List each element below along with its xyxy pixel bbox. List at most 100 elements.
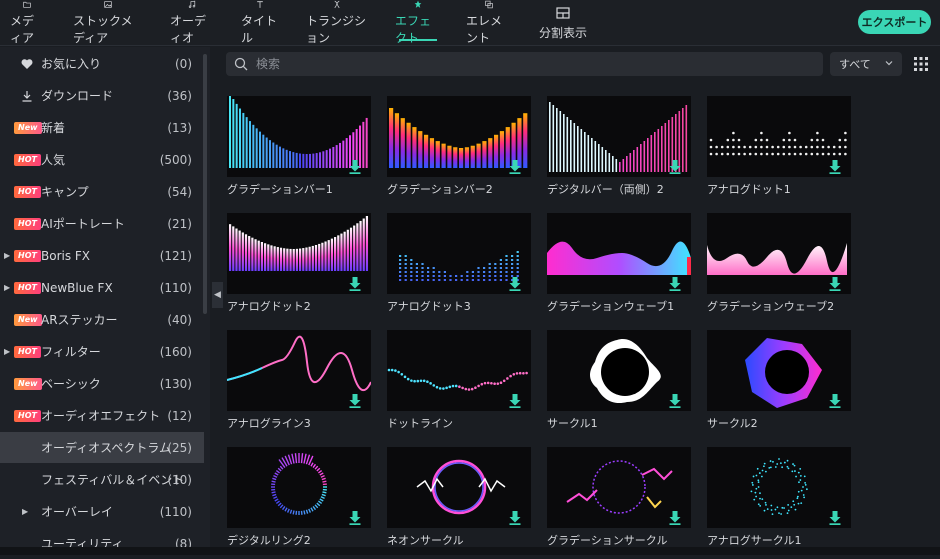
tab-effects[interactable]: エフェクト bbox=[395, 0, 441, 46]
sidebar-item-label: オーディオスペクトラム bbox=[41, 439, 171, 456]
download-icon[interactable] bbox=[829, 511, 841, 525]
effect-card[interactable]: グラデーションウェーブ2 bbox=[707, 213, 853, 314]
effect-card[interactable]: ネオンサークル bbox=[387, 447, 533, 548]
sidebar-item[interactable]: ▶オーバーレイ(110) bbox=[0, 496, 204, 527]
download-icon[interactable] bbox=[509, 160, 521, 174]
filter-dropdown[interactable]: すべて bbox=[830, 52, 902, 76]
effect-card[interactable]: アナログサークル1 bbox=[707, 447, 853, 548]
download-icon[interactable] bbox=[829, 160, 841, 174]
expand-arrow-icon[interactable]: ▶ bbox=[4, 347, 10, 356]
sidebar-scrollbar[interactable] bbox=[203, 54, 207, 314]
sidebar-item[interactable]: ダウンロード(36) bbox=[0, 80, 204, 111]
download-icon[interactable] bbox=[349, 160, 361, 174]
download-icon[interactable] bbox=[349, 394, 361, 408]
effect-card[interactable]: アナログドット3 bbox=[387, 213, 533, 314]
sidebar-item-count: (12) bbox=[167, 409, 192, 423]
effect-thumbnail[interactable] bbox=[387, 447, 531, 528]
search-input[interactable] bbox=[256, 52, 796, 76]
effect-thumbnail[interactable] bbox=[547, 96, 691, 177]
download-icon[interactable] bbox=[669, 511, 681, 525]
effect-thumbnail[interactable] bbox=[707, 447, 851, 528]
download-icon[interactable] bbox=[509, 394, 521, 408]
effect-thumbnail[interactable] bbox=[707, 96, 851, 177]
download-icon[interactable] bbox=[509, 277, 521, 291]
effect-thumbnail[interactable] bbox=[707, 330, 851, 411]
effect-card[interactable]: グラデーションバー1 bbox=[227, 96, 373, 197]
sidebar-item-count: (10) bbox=[167, 473, 192, 487]
new-badge: New bbox=[14, 378, 42, 390]
effect-thumbnail[interactable] bbox=[227, 213, 371, 294]
sidebar-item-label: Boris FX bbox=[41, 249, 90, 263]
sidebar-item[interactable]: NewARステッカー(40) bbox=[0, 304, 204, 335]
effect-card[interactable]: アナログドット1 bbox=[707, 96, 853, 197]
effect-thumbnail[interactable] bbox=[387, 213, 531, 294]
download-icon[interactable] bbox=[349, 277, 361, 291]
effect-thumbnail[interactable] bbox=[547, 213, 691, 294]
download-icon[interactable] bbox=[669, 160, 681, 174]
effect-card[interactable]: サークル2 bbox=[707, 330, 853, 431]
tab-label: 分割表示 bbox=[539, 24, 587, 41]
effect-card[interactable]: デジタルリング2 bbox=[227, 447, 373, 548]
filter-selected: すべて bbox=[839, 56, 871, 72]
tab-label: トランジション bbox=[306, 12, 368, 46]
tab-title[interactable]: タイトル bbox=[241, 0, 279, 46]
effect-thumbnail[interactable] bbox=[547, 330, 691, 411]
effect-title: デジタルリング2 bbox=[227, 532, 373, 548]
effect-thumbnail[interactable] bbox=[227, 447, 371, 528]
grid-view-icon[interactable] bbox=[914, 57, 928, 71]
effect-thumbnail[interactable] bbox=[707, 213, 851, 294]
sidebar-item[interactable]: New新着(13) bbox=[0, 112, 204, 143]
effect-card[interactable]: サークル1 bbox=[547, 330, 693, 431]
sidebar-item-label: オーバーレイ bbox=[41, 503, 113, 520]
tab-stock-media[interactable]: ストックメディア bbox=[73, 0, 143, 46]
tab-media[interactable]: メディア bbox=[10, 0, 44, 46]
sidebar-item-count: (121) bbox=[160, 249, 192, 263]
sidebar-item[interactable]: お気に入り(0) bbox=[0, 48, 204, 79]
sidebar-item[interactable]: HOTキャンプ(54) bbox=[0, 176, 204, 207]
download-icon[interactable] bbox=[829, 394, 841, 408]
collapse-sidebar-button[interactable]: ◀ bbox=[212, 282, 223, 308]
tab-transition[interactable]: トランジション bbox=[306, 0, 368, 46]
sidebar-item[interactable]: HOT人気(500) bbox=[0, 144, 204, 175]
effect-card[interactable]: デジタルバー（両側）2 bbox=[547, 96, 693, 197]
sidebar-item[interactable]: HOTオーディオエフェクト(12) bbox=[0, 400, 204, 431]
effect-card[interactable]: アナログライン3 bbox=[227, 330, 373, 431]
effect-thumbnail[interactable] bbox=[387, 330, 531, 411]
effect-thumbnail[interactable] bbox=[227, 330, 371, 411]
text-icon bbox=[252, 0, 268, 9]
sidebar-item[interactable]: HOTAIポートレート(21) bbox=[0, 208, 204, 239]
hot-badge: HOT bbox=[14, 154, 41, 166]
effect-card[interactable]: アナログドット2 bbox=[227, 213, 373, 314]
download-icon[interactable] bbox=[829, 277, 841, 291]
export-button[interactable]: エクスポート bbox=[858, 10, 931, 34]
effect-card[interactable]: グラデーションウェーブ1 bbox=[547, 213, 693, 314]
sidebar-item[interactable]: オーディオスペクトラム(25) bbox=[0, 432, 204, 463]
tab-audio[interactable]: オーディオ bbox=[170, 0, 214, 46]
sidebar-item[interactable]: ▶HOTフィルター(160) bbox=[0, 336, 204, 367]
sidebar-item[interactable]: ▶ HOTBoris FX (121) bbox=[0, 240, 204, 271]
sidebar-item-count: (160) bbox=[160, 345, 192, 359]
effect-thumbnail[interactable] bbox=[227, 96, 371, 177]
tab-elements[interactable]: エレメント bbox=[466, 0, 512, 46]
download-icon[interactable] bbox=[509, 511, 521, 525]
sidebar-item[interactable]: ▶HOTNewBlue FX(110) bbox=[0, 272, 204, 303]
download-icon[interactable] bbox=[669, 277, 681, 291]
effect-title: アナログサークル1 bbox=[707, 532, 853, 548]
sidebar-item[interactable]: フェスティバル＆イベント(10) bbox=[0, 464, 204, 495]
chevron-left-icon: ◀ bbox=[214, 290, 221, 300]
expand-arrow-icon[interactable]: ▶ bbox=[4, 283, 10, 292]
hot-badge: HOT bbox=[14, 250, 41, 262]
effect-title: グラデーションサークル bbox=[547, 532, 693, 548]
search-bar bbox=[226, 52, 823, 76]
expand-arrow-icon[interactable]: ▶ bbox=[4, 251, 10, 260]
download-icon[interactable] bbox=[349, 511, 361, 525]
effect-card[interactable]: グラデーションサークル bbox=[547, 447, 693, 548]
effect-card[interactable]: グラデーションバー2 bbox=[387, 96, 533, 197]
sidebar-item[interactable]: Newベーシック(130) bbox=[0, 368, 204, 399]
download-icon[interactable] bbox=[669, 394, 681, 408]
effect-thumbnail[interactable] bbox=[547, 447, 691, 528]
effect-thumbnail[interactable] bbox=[387, 96, 531, 177]
tab-split-screen[interactable]: 分割表示 bbox=[538, 0, 588, 46]
expand-arrow-icon[interactable]: ▶ bbox=[22, 507, 28, 516]
effect-card[interactable]: ドットライン bbox=[387, 330, 533, 431]
